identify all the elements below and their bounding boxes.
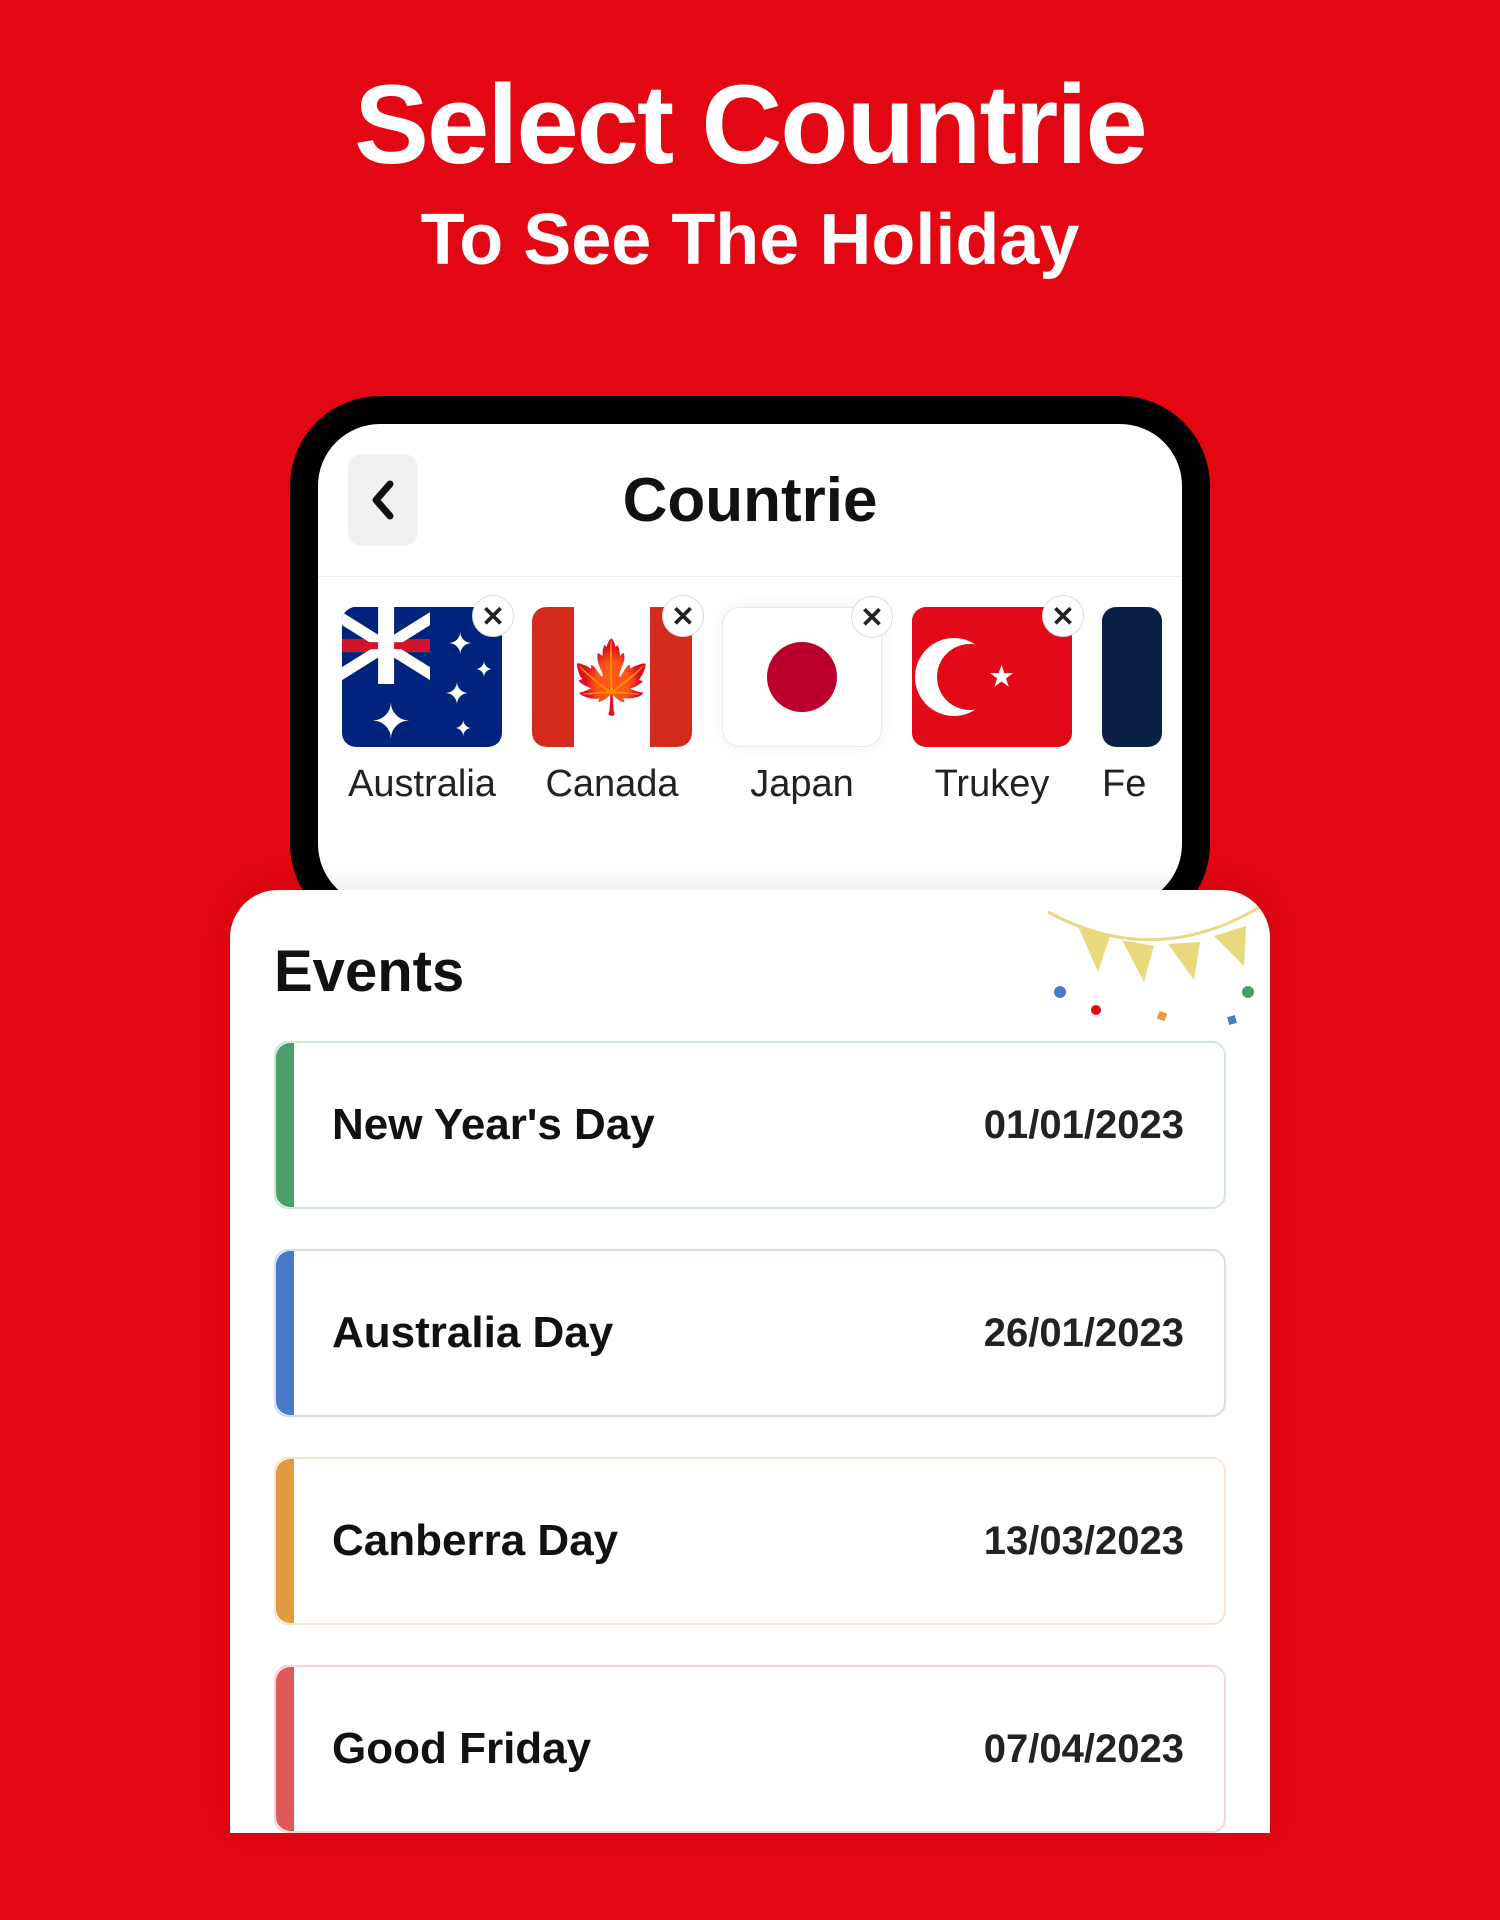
close-icon[interactable]: ✕ [662, 595, 704, 637]
event-color-stripe [276, 1459, 294, 1623]
topbar: Countrie [318, 454, 1182, 577]
event-row[interactable]: Australia Day 26/01/2023 [274, 1249, 1226, 1417]
event-row[interactable]: New Year's Day 01/01/2023 [274, 1041, 1226, 1209]
event-date: 01/01/2023 [984, 1103, 1184, 1148]
country-item-japan[interactable]: ✕ Japan [722, 607, 882, 806]
events-heading: Events [274, 938, 1226, 1005]
country-list[interactable]: ✕ ✦ ✦ ✦ ✦ ✦ Australia [318, 577, 1182, 906]
country-item-australia[interactable]: ✕ ✦ ✦ ✦ ✦ ✦ Australia [342, 607, 502, 806]
phone-frame: Countrie ✕ ✦ ✦ ✦ ✦ ✦ [290, 396, 1210, 934]
hero: Select Countrie To See The Holiday [0, 0, 1500, 281]
event-date: 26/01/2023 [984, 1311, 1184, 1356]
page-title: Countrie [318, 465, 1182, 536]
back-button[interactable] [348, 454, 418, 546]
events-card: Events New Year's Day 01/01/2023 Austral… [230, 890, 1270, 1833]
event-name: New Year's Day [332, 1100, 655, 1150]
event-color-stripe [276, 1251, 294, 1415]
event-row[interactable]: Canberra Day 13/03/2023 [274, 1457, 1226, 1625]
event-color-stripe [276, 1043, 294, 1207]
event-name: Canberra Day [332, 1516, 618, 1566]
flag-partial-icon [1102, 607, 1162, 747]
event-date: 07/04/2023 [984, 1727, 1184, 1772]
event-name: Australia Day [332, 1308, 613, 1358]
close-icon[interactable]: ✕ [851, 596, 893, 638]
country-item-turkey[interactable]: ✕ ★ Trukey [912, 607, 1072, 806]
hero-title: Select Countrie [0, 60, 1500, 189]
event-color-stripe [276, 1667, 294, 1831]
close-icon[interactable]: ✕ [472, 595, 514, 637]
country-label: Japan [750, 763, 854, 806]
event-date: 13/03/2023 [984, 1519, 1184, 1564]
close-icon[interactable]: ✕ [1042, 595, 1084, 637]
event-name: Good Friday [332, 1724, 591, 1774]
country-label: Fe [1102, 763, 1162, 806]
hero-subtitle: To See The Holiday [0, 199, 1500, 281]
event-row[interactable]: Good Friday 07/04/2023 [274, 1665, 1226, 1833]
country-label: Australia [348, 763, 496, 806]
country-item-partial[interactable]: Fe [1102, 607, 1162, 806]
country-label: Canada [545, 763, 678, 806]
country-label: Trukey [935, 763, 1050, 806]
flag-japan-icon [729, 614, 875, 740]
chevron-left-icon [370, 480, 396, 520]
country-item-canada[interactable]: ✕ 🍁 Canada [532, 607, 692, 806]
